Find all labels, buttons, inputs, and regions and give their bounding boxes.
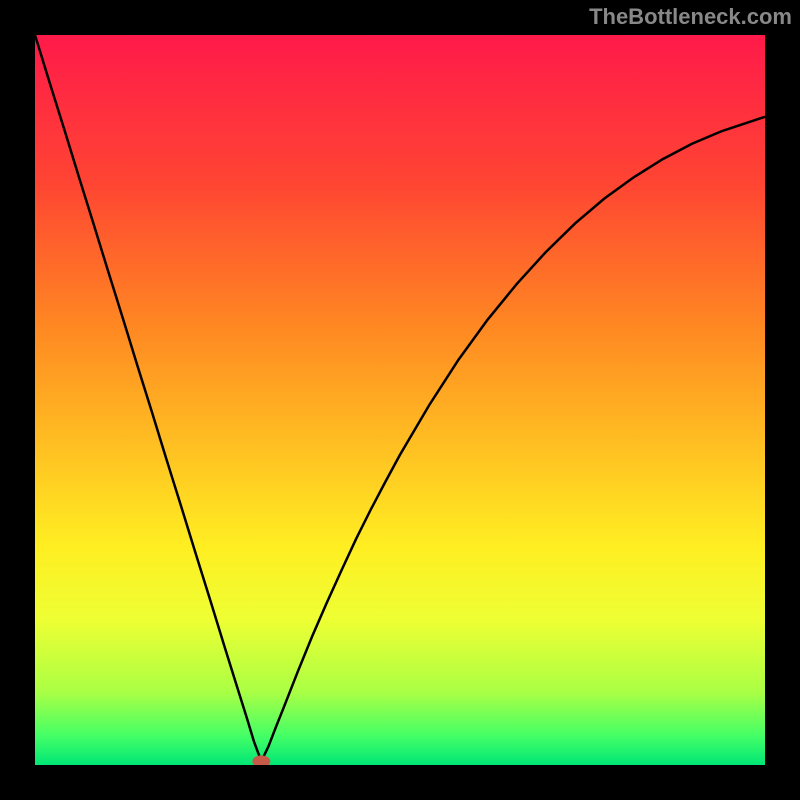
- chart-container: TheBottleneck.com: [0, 0, 800, 800]
- watermark-text: TheBottleneck.com: [589, 4, 792, 30]
- bottleneck-chart: [35, 35, 765, 765]
- gradient-background: [35, 35, 765, 765]
- plot-area: [35, 35, 765, 765]
